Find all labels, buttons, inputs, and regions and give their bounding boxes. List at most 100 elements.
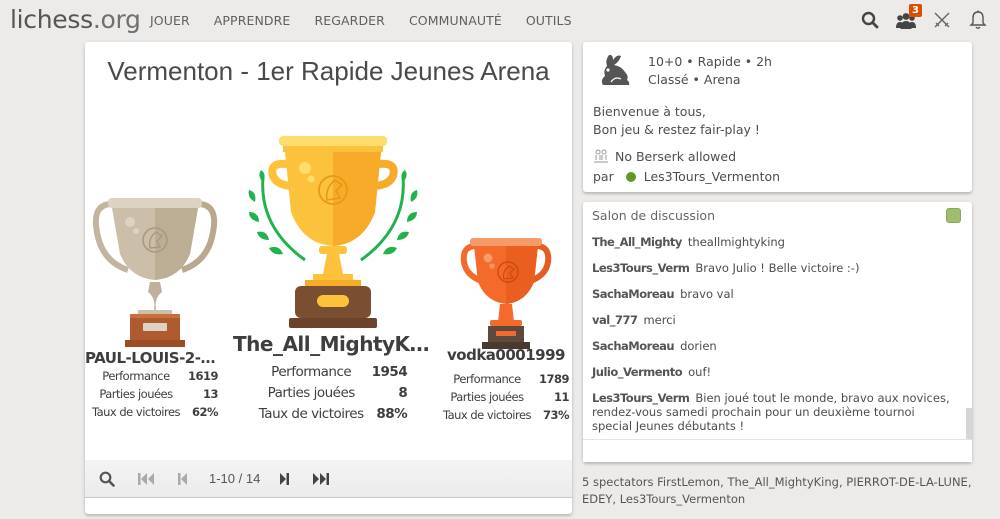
last-page-icon xyxy=(313,472,330,485)
chat-message: Julio_Vermento ouf! xyxy=(592,365,956,379)
chat-user[interactable]: Les3Tours_Verm xyxy=(592,261,690,275)
chat-user[interactable]: SachaMoreau xyxy=(592,339,675,353)
chat-text: bravo val xyxy=(680,287,734,301)
podium-second: PAUL-LOUIS-2-R… Performance 1619 Parties … xyxy=(85,192,225,421)
chat-messages[interactable]: The_All_Mighty theallmightyking Les3Tours… xyxy=(592,235,956,445)
stat-row: Taux de victoires 73% xyxy=(442,406,570,424)
logo-tld: .org xyxy=(92,5,141,34)
chat-message: Les3Tours_Verm Bravo Julio ! Belle victoi… xyxy=(592,261,956,275)
chat-message: The_All_Mighty theallmightyking xyxy=(592,235,956,249)
chat-message: SachaMoreau bravo val xyxy=(592,287,956,301)
page-range: 1-10 / 14 xyxy=(209,471,261,486)
player-name[interactable]: PAUL-LOUIS-2-R… xyxy=(85,349,225,367)
player-stats: Performance 1789 Parties jouées 11 Taux de… xyxy=(442,370,570,424)
last-page-button[interactable] xyxy=(312,467,330,491)
chat-input[interactable] xyxy=(583,439,972,462)
stat-value: 1789 xyxy=(539,372,570,386)
stat-label: Performance xyxy=(271,364,352,380)
nav-apprendre[interactable]: APPRENDRE xyxy=(214,13,291,28)
stat-label: Parties jouées xyxy=(450,390,524,404)
notification-bell-icon xyxy=(969,10,987,29)
podium-third: vodka0001999 Performance 1789 Parties jou… xyxy=(440,232,572,424)
top-icons: 3 xyxy=(846,4,990,32)
stat-row: Taux de victoires 88% xyxy=(258,404,408,425)
challenge-swords-icon xyxy=(934,12,950,28)
player-stats: Performance 1619 Parties jouées 13 Taux de… xyxy=(92,367,219,421)
site-logo[interactable]: lichess.org xyxy=(10,5,141,34)
gold-trophy-icon xyxy=(248,136,418,328)
stat-row: Parties jouées 8 xyxy=(259,383,408,404)
chat-scrollbar[interactable] xyxy=(966,408,972,439)
chat-text: theallmightyking xyxy=(687,235,785,249)
chat-message: Les3Tours_Verm Bien joué tout le monde, b… xyxy=(592,391,956,433)
first-page-button[interactable] xyxy=(137,467,155,491)
top-bar: lichess.org JOUER APPRENDRE REGARDER COM… xyxy=(0,0,1000,40)
stat-label: Performance xyxy=(453,372,521,386)
friends-button[interactable]: 3 xyxy=(894,4,922,32)
notifications-button[interactable] xyxy=(966,8,990,32)
tournament-creator: par Les3Tours_Vermenton xyxy=(593,169,780,184)
stat-row: Performance 1619 xyxy=(92,367,218,385)
first-page-icon xyxy=(138,472,154,485)
stat-row: Performance 1954 xyxy=(259,362,408,383)
player-stats: Performance 1954 Parties jouées 8 Taux de … xyxy=(258,362,408,425)
previous-page-icon xyxy=(178,472,187,485)
stat-label: Taux de victoires xyxy=(258,406,364,422)
player-name[interactable]: vodka0001999 xyxy=(440,346,572,364)
stat-value: 1619 xyxy=(188,369,219,383)
chat-message: val_777 merci xyxy=(592,313,956,327)
search-player-button[interactable] xyxy=(99,467,115,491)
stat-label: Parties jouées xyxy=(267,385,356,401)
stat-value: 8 xyxy=(398,385,408,401)
stat-value: 88% xyxy=(376,406,408,422)
tournament-title: Vermenton - 1er Rapide Jeunes Arena xyxy=(107,56,550,86)
nav-jouer[interactable]: JOUER xyxy=(150,13,190,28)
player-name[interactable]: The_All_MightyKing xyxy=(233,332,433,356)
nav-outils[interactable]: OUTILS xyxy=(526,13,572,28)
chat-user[interactable]: Julio_Vermento xyxy=(592,365,683,379)
chat-text: Bravo Julio ! Belle victoire :-) xyxy=(695,261,860,275)
bronze-trophy-icon xyxy=(460,238,552,349)
main-nav: JOUER APPRENDRE REGARDER COMMUNAUTÉ OUTI… xyxy=(150,13,596,28)
stat-label: Performance xyxy=(102,369,170,383)
stat-value: 1954 xyxy=(371,364,408,380)
stat-value: 62% xyxy=(192,405,219,419)
search-button[interactable] xyxy=(858,8,882,32)
berserk-text: No Berserk allowed xyxy=(615,148,737,164)
nav-communaute[interactable]: COMMUNAUTÉ xyxy=(409,13,502,28)
setup-clock-speed: 10+0 • Rapide • 2h xyxy=(648,54,772,69)
chat-title: Salon de discussion xyxy=(592,208,715,223)
berserk-condition: No Berserk allowed xyxy=(593,148,736,164)
stat-label: Taux de victoires xyxy=(442,408,532,422)
chat-user[interactable]: The_All_Mighty xyxy=(592,235,682,249)
chat-text: dorien xyxy=(680,339,717,353)
chat-user[interactable]: val_777 xyxy=(592,313,638,327)
search-icon xyxy=(99,471,115,487)
chat-room: Salon de discussion The_All_Mighty theall… xyxy=(583,202,972,462)
silver-trophy-icon xyxy=(92,198,218,347)
rapid-rabbit-icon xyxy=(601,54,630,85)
stat-row: Taux de victoires 62% xyxy=(92,403,219,421)
tournament-description: Bienvenue à tous, Bon jeu & restez fair-… xyxy=(593,103,760,139)
creator-link[interactable]: Les3Tours_Vermenton xyxy=(644,169,780,184)
nav-regarder[interactable]: REGARDER xyxy=(314,13,385,28)
next-page-button[interactable] xyxy=(280,467,290,491)
description-line: Bienvenue à tous, xyxy=(593,104,706,119)
previous-page-button[interactable] xyxy=(177,467,187,491)
by-label: par xyxy=(593,169,614,184)
standings-pager: 1-10 / 14 xyxy=(85,460,572,498)
logo-name: lichess xyxy=(10,5,93,34)
chat-user[interactable]: SachaMoreau xyxy=(592,287,675,301)
tournament-panel: Vermenton - 1er Rapide Jeunes Arena PAUL… xyxy=(85,42,572,514)
search-icon xyxy=(861,11,879,29)
chat-toggle-checkbox[interactable] xyxy=(946,208,961,223)
friends-count-badge: 3 xyxy=(909,4,922,17)
next-page-icon xyxy=(280,472,290,485)
stat-value: 73% xyxy=(543,408,570,422)
challenges-button[interactable] xyxy=(930,8,954,32)
chat-user[interactable]: Les3Tours_Verm xyxy=(592,391,690,405)
description-line: Bon jeu & restez fair-play ! xyxy=(593,122,760,137)
stat-row: Parties jouées 13 xyxy=(92,385,218,403)
stat-row: Parties jouées 11 xyxy=(443,388,569,406)
chat-message: SachaMoreau dorien xyxy=(592,339,956,353)
